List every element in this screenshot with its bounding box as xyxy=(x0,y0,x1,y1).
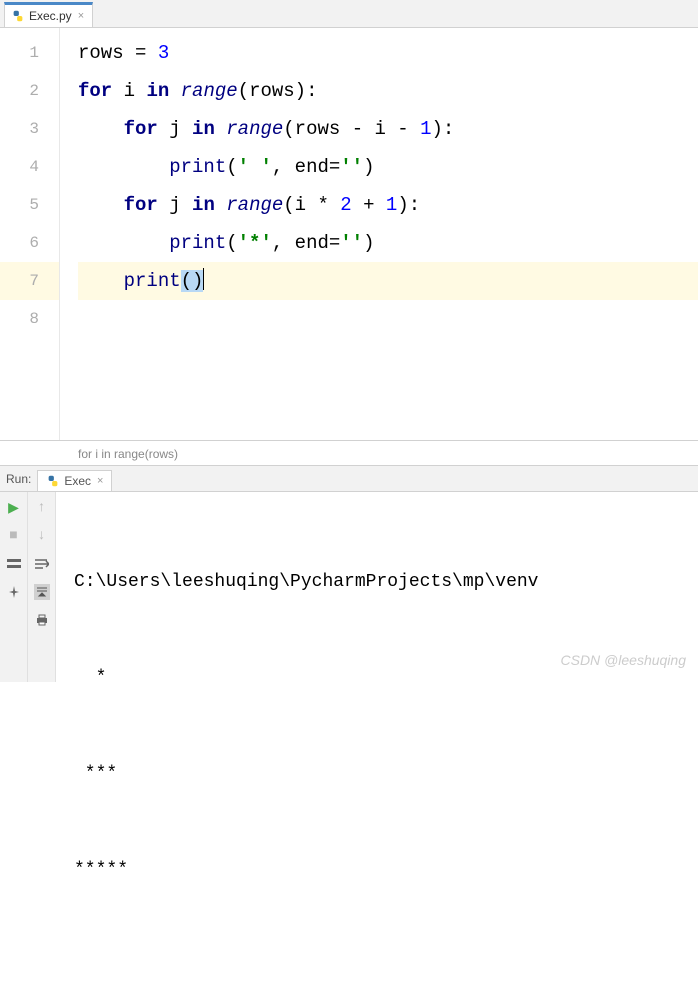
run-left-toolbar: ▶ ■ xyxy=(0,492,28,682)
breadcrumb-text: for i in range(rows) xyxy=(78,447,178,461)
token: , xyxy=(272,156,295,178)
token: '' xyxy=(340,232,363,254)
breadcrumb[interactable]: for i in range(rows) xyxy=(0,440,698,466)
python-icon xyxy=(46,474,60,488)
token: print xyxy=(124,270,181,292)
editor-tab-bar: Exec.py × xyxy=(0,0,698,28)
token: range xyxy=(181,80,238,102)
token: '*' xyxy=(238,232,272,254)
code-area[interactable]: rows = 3for i in range(rows): for j in r… xyxy=(60,28,698,440)
code-editor[interactable]: 12345678 rows = 3for i in range(rows): f… xyxy=(0,28,698,440)
token: end= xyxy=(295,156,341,178)
token: (rows - i - xyxy=(283,118,420,140)
token: j xyxy=(158,118,192,140)
line-number: 5 xyxy=(0,186,59,224)
token: for xyxy=(124,118,158,140)
code-line[interactable]: for i in range(rows): xyxy=(78,72,698,110)
token: ) xyxy=(363,156,374,178)
output-path: C:\Users\leeshuqing\PycharmProjects\mp\v… xyxy=(74,566,698,598)
token: in xyxy=(192,194,215,216)
code-line[interactable]: rows = 3 xyxy=(78,34,698,72)
token: rows = xyxy=(78,42,158,64)
token: '' xyxy=(340,156,363,178)
code-line[interactable]: print(' ', end='') xyxy=(78,148,698,186)
layout-icon[interactable] xyxy=(6,556,22,572)
run-config-name: Exec xyxy=(64,474,91,488)
token: ( xyxy=(226,156,237,178)
token: ) xyxy=(192,270,203,292)
line-number: 8 xyxy=(0,300,59,338)
token xyxy=(215,194,226,216)
token: ( xyxy=(226,232,237,254)
token: i xyxy=(112,80,146,102)
token: ): xyxy=(432,118,455,140)
token: in xyxy=(146,80,169,102)
code-line[interactable]: print('*', end='') xyxy=(78,224,698,262)
code-line[interactable]: for j in range(i * 2 + 1): xyxy=(78,186,698,224)
token: end= xyxy=(295,232,341,254)
token: for xyxy=(78,80,112,102)
pin-icon[interactable] xyxy=(6,584,22,600)
code-line[interactable]: for j in range(rows - i - 1): xyxy=(78,110,698,148)
token: in xyxy=(192,118,215,140)
line-number: 7 xyxy=(0,262,59,300)
print-icon[interactable] xyxy=(34,612,50,628)
token: for xyxy=(124,194,158,216)
token: 3 xyxy=(158,42,169,64)
file-tab-label: Exec.py xyxy=(29,9,72,23)
token: ): xyxy=(397,194,420,216)
line-number: 3 xyxy=(0,110,59,148)
run-toolwindow-body: ▶ ■ ↑ ↓ C:\Users\leeshuqing\PycharmProje… xyxy=(0,492,698,682)
token xyxy=(215,118,226,140)
token: 1 xyxy=(386,194,397,216)
rerun-icon[interactable]: ▶ xyxy=(6,500,22,516)
line-number: 6 xyxy=(0,224,59,262)
watermark-text: CSDN @leeshuqing xyxy=(561,644,687,676)
stop-icon[interactable]: ■ xyxy=(6,528,22,544)
token: ) xyxy=(363,232,374,254)
token: range xyxy=(226,118,283,140)
token: 1 xyxy=(420,118,431,140)
run-label: Run: xyxy=(6,472,31,486)
line-gutter: 12345678 xyxy=(0,28,60,440)
token: 2 xyxy=(340,194,351,216)
token: print xyxy=(169,232,226,254)
text-caret xyxy=(203,268,204,290)
line-number: 2 xyxy=(0,72,59,110)
token: (i * xyxy=(283,194,340,216)
scroll-to-end-icon[interactable] xyxy=(34,584,50,600)
soft-wrap-icon[interactable] xyxy=(34,556,50,572)
token xyxy=(169,80,180,102)
output-line: ***** xyxy=(74,854,698,886)
token: j xyxy=(158,194,192,216)
token: ' ' xyxy=(238,156,272,178)
token: print xyxy=(169,156,226,178)
run-config-tab[interactable]: Exec × xyxy=(37,470,112,491)
close-icon[interactable]: × xyxy=(97,475,103,487)
run-output-toolbar: ↑ ↓ xyxy=(28,492,56,682)
run-toolwindow-header: Run: Exec × xyxy=(0,466,698,492)
token: range xyxy=(226,194,283,216)
token: , xyxy=(272,232,295,254)
down-arrow-icon[interactable]: ↓ xyxy=(34,528,50,544)
token: ( xyxy=(181,270,192,292)
line-number: 4 xyxy=(0,148,59,186)
up-arrow-icon[interactable]: ↑ xyxy=(34,500,50,516)
code-line[interactable]: print() xyxy=(78,262,698,300)
output-line: *** xyxy=(74,758,698,790)
python-file-icon xyxy=(11,9,25,23)
token: + xyxy=(352,194,386,216)
console-output[interactable]: C:\Users\leeshuqing\PycharmProjects\mp\v… xyxy=(56,492,698,682)
line-number: 1 xyxy=(0,34,59,72)
close-icon[interactable]: × xyxy=(78,10,84,22)
file-tab[interactable]: Exec.py × xyxy=(4,2,93,27)
code-line[interactable] xyxy=(78,300,698,338)
token: (rows): xyxy=(238,80,318,102)
